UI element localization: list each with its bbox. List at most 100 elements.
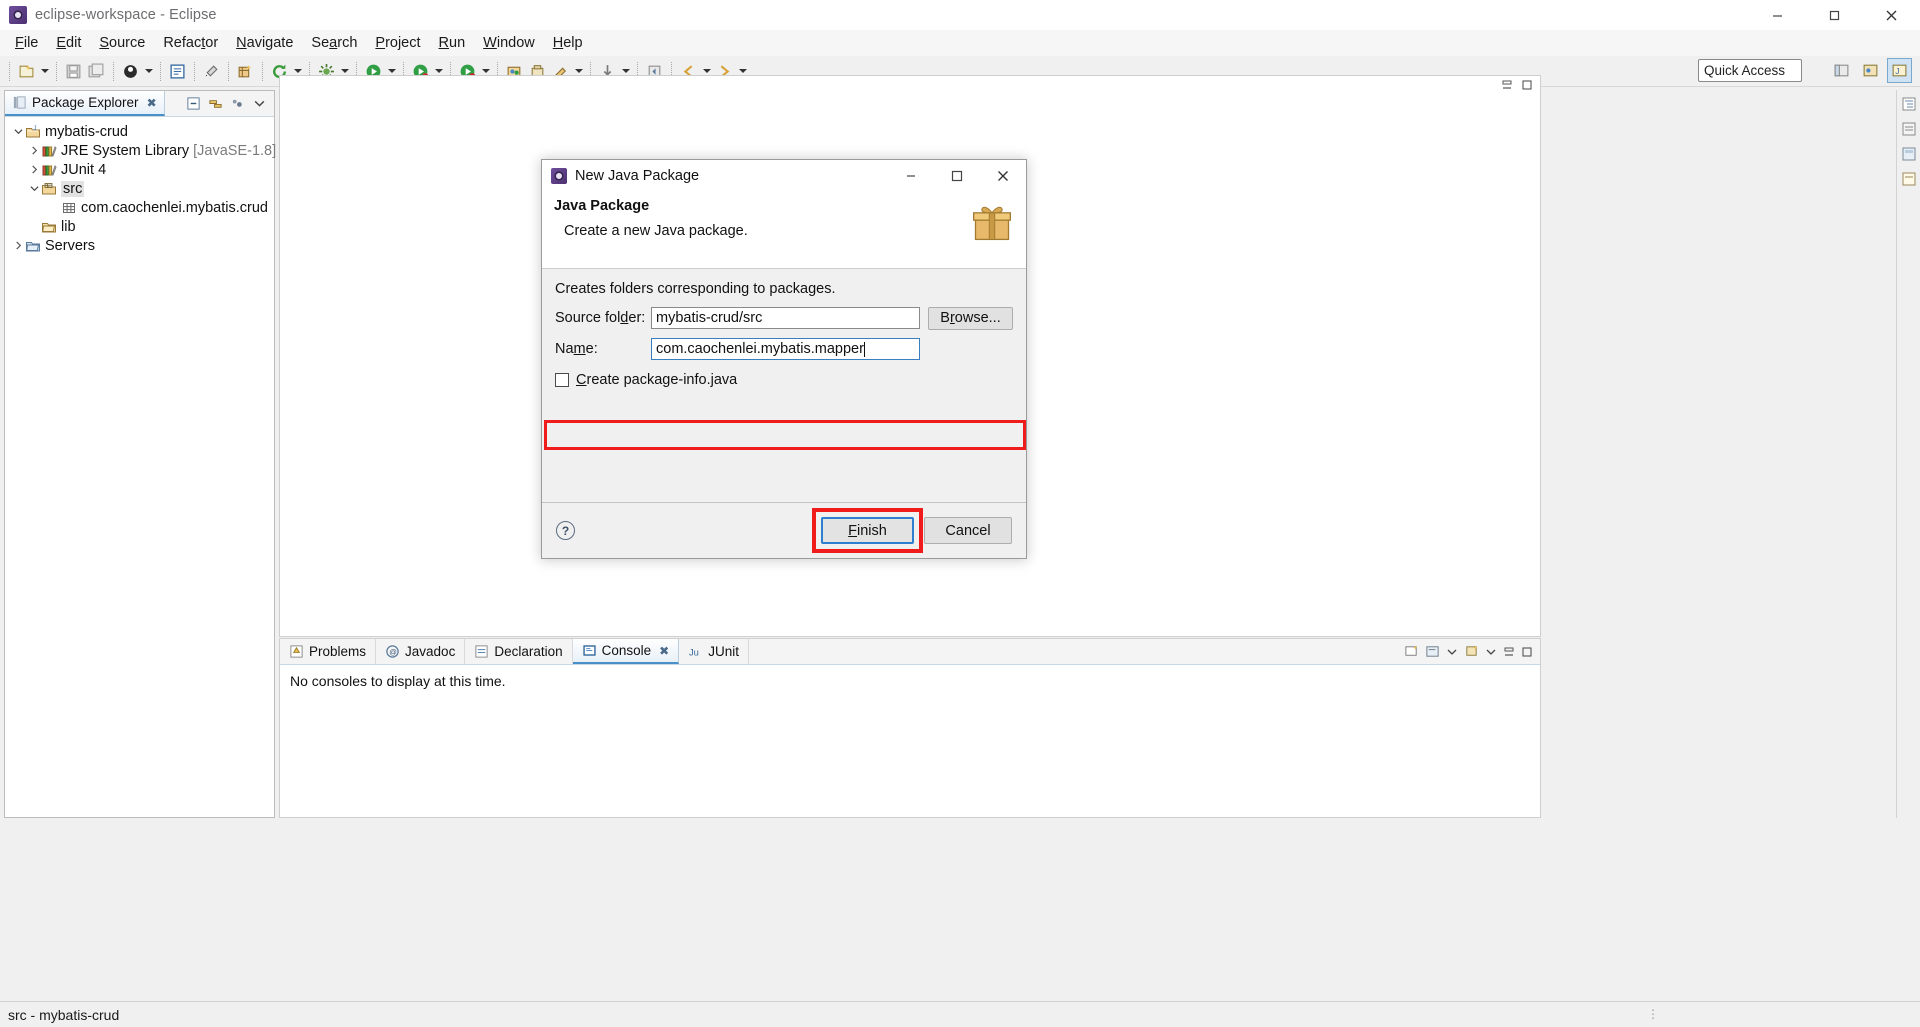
new-java-package-icon[interactable] <box>234 60 257 83</box>
toolbar-separator <box>194 61 195 81</box>
quick-access-input[interactable]: Quick Access <box>1698 59 1802 82</box>
status-bar: src - mybatis-crud <box>0 1001 1920 1027</box>
tab-problems[interactable]: Problems <box>280 639 377 664</box>
maximize-icon[interactable] <box>934 160 980 192</box>
help-icon[interactable]: ? <box>556 521 575 540</box>
debug-icon[interactable] <box>119 60 142 83</box>
console-view: Problems @ Javadoc Declaration Console ✖… <box>279 638 1541 818</box>
chevron-right-icon[interactable] <box>11 241 25 250</box>
chevron-down-icon[interactable] <box>1446 646 1458 658</box>
maximize-icon[interactable] <box>1521 646 1533 658</box>
minimize-icon[interactable] <box>1503 646 1515 658</box>
chevron-down-icon[interactable] <box>11 127 25 136</box>
maximize-icon[interactable] <box>1521 79 1533 91</box>
dialog-window-controls <box>888 160 1026 192</box>
tree-item-label: JUnit 4 <box>61 161 107 178</box>
view-menu-icon[interactable] <box>1485 646 1497 658</box>
menu-file[interactable]: FFileile <box>6 32 47 54</box>
tab-declaration[interactable]: Declaration <box>465 639 573 664</box>
window-title: eclipse-workspace - Eclipse <box>35 7 217 23</box>
tab-javadoc[interactable]: @ Javadoc <box>376 639 466 664</box>
cancel-button[interactable]: Cancel <box>924 517 1012 544</box>
javadoc-icon: @ <box>386 645 399 658</box>
maximize-icon[interactable] <box>1806 0 1863 30</box>
menu-edit[interactable]: Edit <box>47 32 90 54</box>
menu-window[interactable]: Window <box>474 32 544 54</box>
source-folder-row: Source folder: mybatis-crud/src Br owse..… <box>555 306 1013 330</box>
chevron-right-icon[interactable] <box>27 146 41 155</box>
close-icon[interactable]: ✖ <box>147 96 157 110</box>
link-with-editor-icon[interactable] <box>207 95 224 112</box>
perspective-java-button[interactable]: J <box>1887 58 1912 83</box>
tab-package-explorer[interactable]: Package Explorer ✖ <box>5 91 165 116</box>
menu-navigate[interactable]: Navigate <box>227 32 302 54</box>
close-icon[interactable] <box>980 160 1026 192</box>
snippets-icon[interactable] <box>1901 171 1917 187</box>
task-list-icon[interactable] <box>1901 121 1917 137</box>
save-all-icon[interactable] <box>85 60 108 83</box>
create-package-info-checkbox[interactable] <box>555 373 569 387</box>
package-explorer-icon <box>13 96 26 109</box>
tree-item-lib[interactable]: lib <box>5 217 274 236</box>
tree-item-label: JRE System Library <box>61 142 190 159</box>
display-console-icon[interactable] <box>1425 644 1440 659</box>
package-explorer-view: Package Explorer ✖ J mybatis-crud JRE Sy… <box>4 90 277 818</box>
tree-item-label: com.caochenlei.mybatis.crud <box>81 199 268 216</box>
package-icon <box>63 202 75 213</box>
tree-item-package-com-caochenlei-mybatis-crud[interactable]: com.caochenlei.mybatis.crud <box>5 198 274 217</box>
declaration-icon <box>475 645 488 658</box>
dialog-footer: ? Finish Cancel <box>542 502 1026 558</box>
tree-item-suffix: [JavaSE-1.8] <box>193 142 277 159</box>
menu-run[interactable]: Run <box>430 32 475 54</box>
menu-refactor[interactable]: Refactor <box>154 32 227 54</box>
templates-icon[interactable] <box>1901 146 1917 162</box>
tab-console[interactable]: Console ✖ <box>572 639 680 664</box>
debug-chevron-down-icon[interactable] <box>142 60 155 83</box>
tree-item-src[interactable]: src <box>5 179 274 198</box>
tree-item-servers[interactable]: Servers <box>5 236 274 255</box>
collapse-all-icon[interactable] <box>185 95 202 112</box>
menu-source[interactable]: Source <box>90 32 154 54</box>
save-icon[interactable] <box>62 60 85 83</box>
svg-text:J: J <box>34 126 37 132</box>
tree-item-mybatis-crud[interactable]: J mybatis-crud <box>5 122 274 141</box>
tab-label: Console <box>601 643 652 658</box>
browse-button[interactable]: Br owse... <box>928 306 1013 330</box>
chevron-down-icon[interactable] <box>27 184 41 193</box>
package-wizard-gift-icon <box>973 206 1011 241</box>
open-perspective-button[interactable] <box>1829 58 1854 83</box>
problems-icon <box>290 645 303 658</box>
minimize-icon[interactable] <box>1501 79 1513 91</box>
toolbar-separator <box>160 61 161 81</box>
finish-button[interactable]: Finish <box>821 517 914 544</box>
menu-search[interactable]: Search <box>302 32 366 54</box>
perspective-java-ee-button[interactable] <box>1858 58 1883 83</box>
close-icon[interactable]: ✖ <box>659 644 669 658</box>
console-tabrow: Problems @ Javadoc Declaration Console ✖… <box>280 639 1540 665</box>
minimize-icon[interactable] <box>1749 0 1806 30</box>
menu-project[interactable]: Project <box>366 32 429 54</box>
console-icon <box>583 645 596 656</box>
eclipse-window: eclipse-workspace - Eclipse FFileile Edi… <box>0 0 1920 1027</box>
java-project-icon: J <box>26 126 40 137</box>
view-menu-icon[interactable] <box>229 95 246 112</box>
link-icon[interactable] <box>200 60 223 83</box>
create-package-info-row[interactable]: Create package-info.java <box>555 372 1013 388</box>
source-folder-input[interactable]: mybatis-crud/src <box>651 307 920 329</box>
dialog-titlebar: New Java Package <box>542 160 1026 192</box>
close-icon[interactable] <box>1863 0 1920 30</box>
tree-item-jre-system-library[interactable]: JRE System Library [JavaSE-1.8] <box>5 141 277 160</box>
menu-help[interactable]: Help <box>544 32 592 54</box>
pin-console-icon[interactable] <box>1464 644 1479 659</box>
outline-icon[interactable] <box>1901 96 1917 112</box>
tab-junit[interactable]: Ju JUnit <box>679 639 749 664</box>
tree-item-junit-4[interactable]: JUnit 4 <box>5 160 274 179</box>
new-wizard-chevron-down-icon[interactable] <box>38 60 51 83</box>
minimize-icon[interactable] <box>888 160 934 192</box>
new-wizard-icon[interactable] <box>15 60 38 83</box>
open-type-icon[interactable] <box>166 60 189 83</box>
new-console-icon[interactable] <box>1404 644 1419 659</box>
chevron-right-icon[interactable] <box>27 165 41 174</box>
package-name-input[interactable]: com.caochenlei.mybatis.mapper <box>651 338 920 360</box>
view-chevron-down-icon[interactable] <box>251 95 268 112</box>
